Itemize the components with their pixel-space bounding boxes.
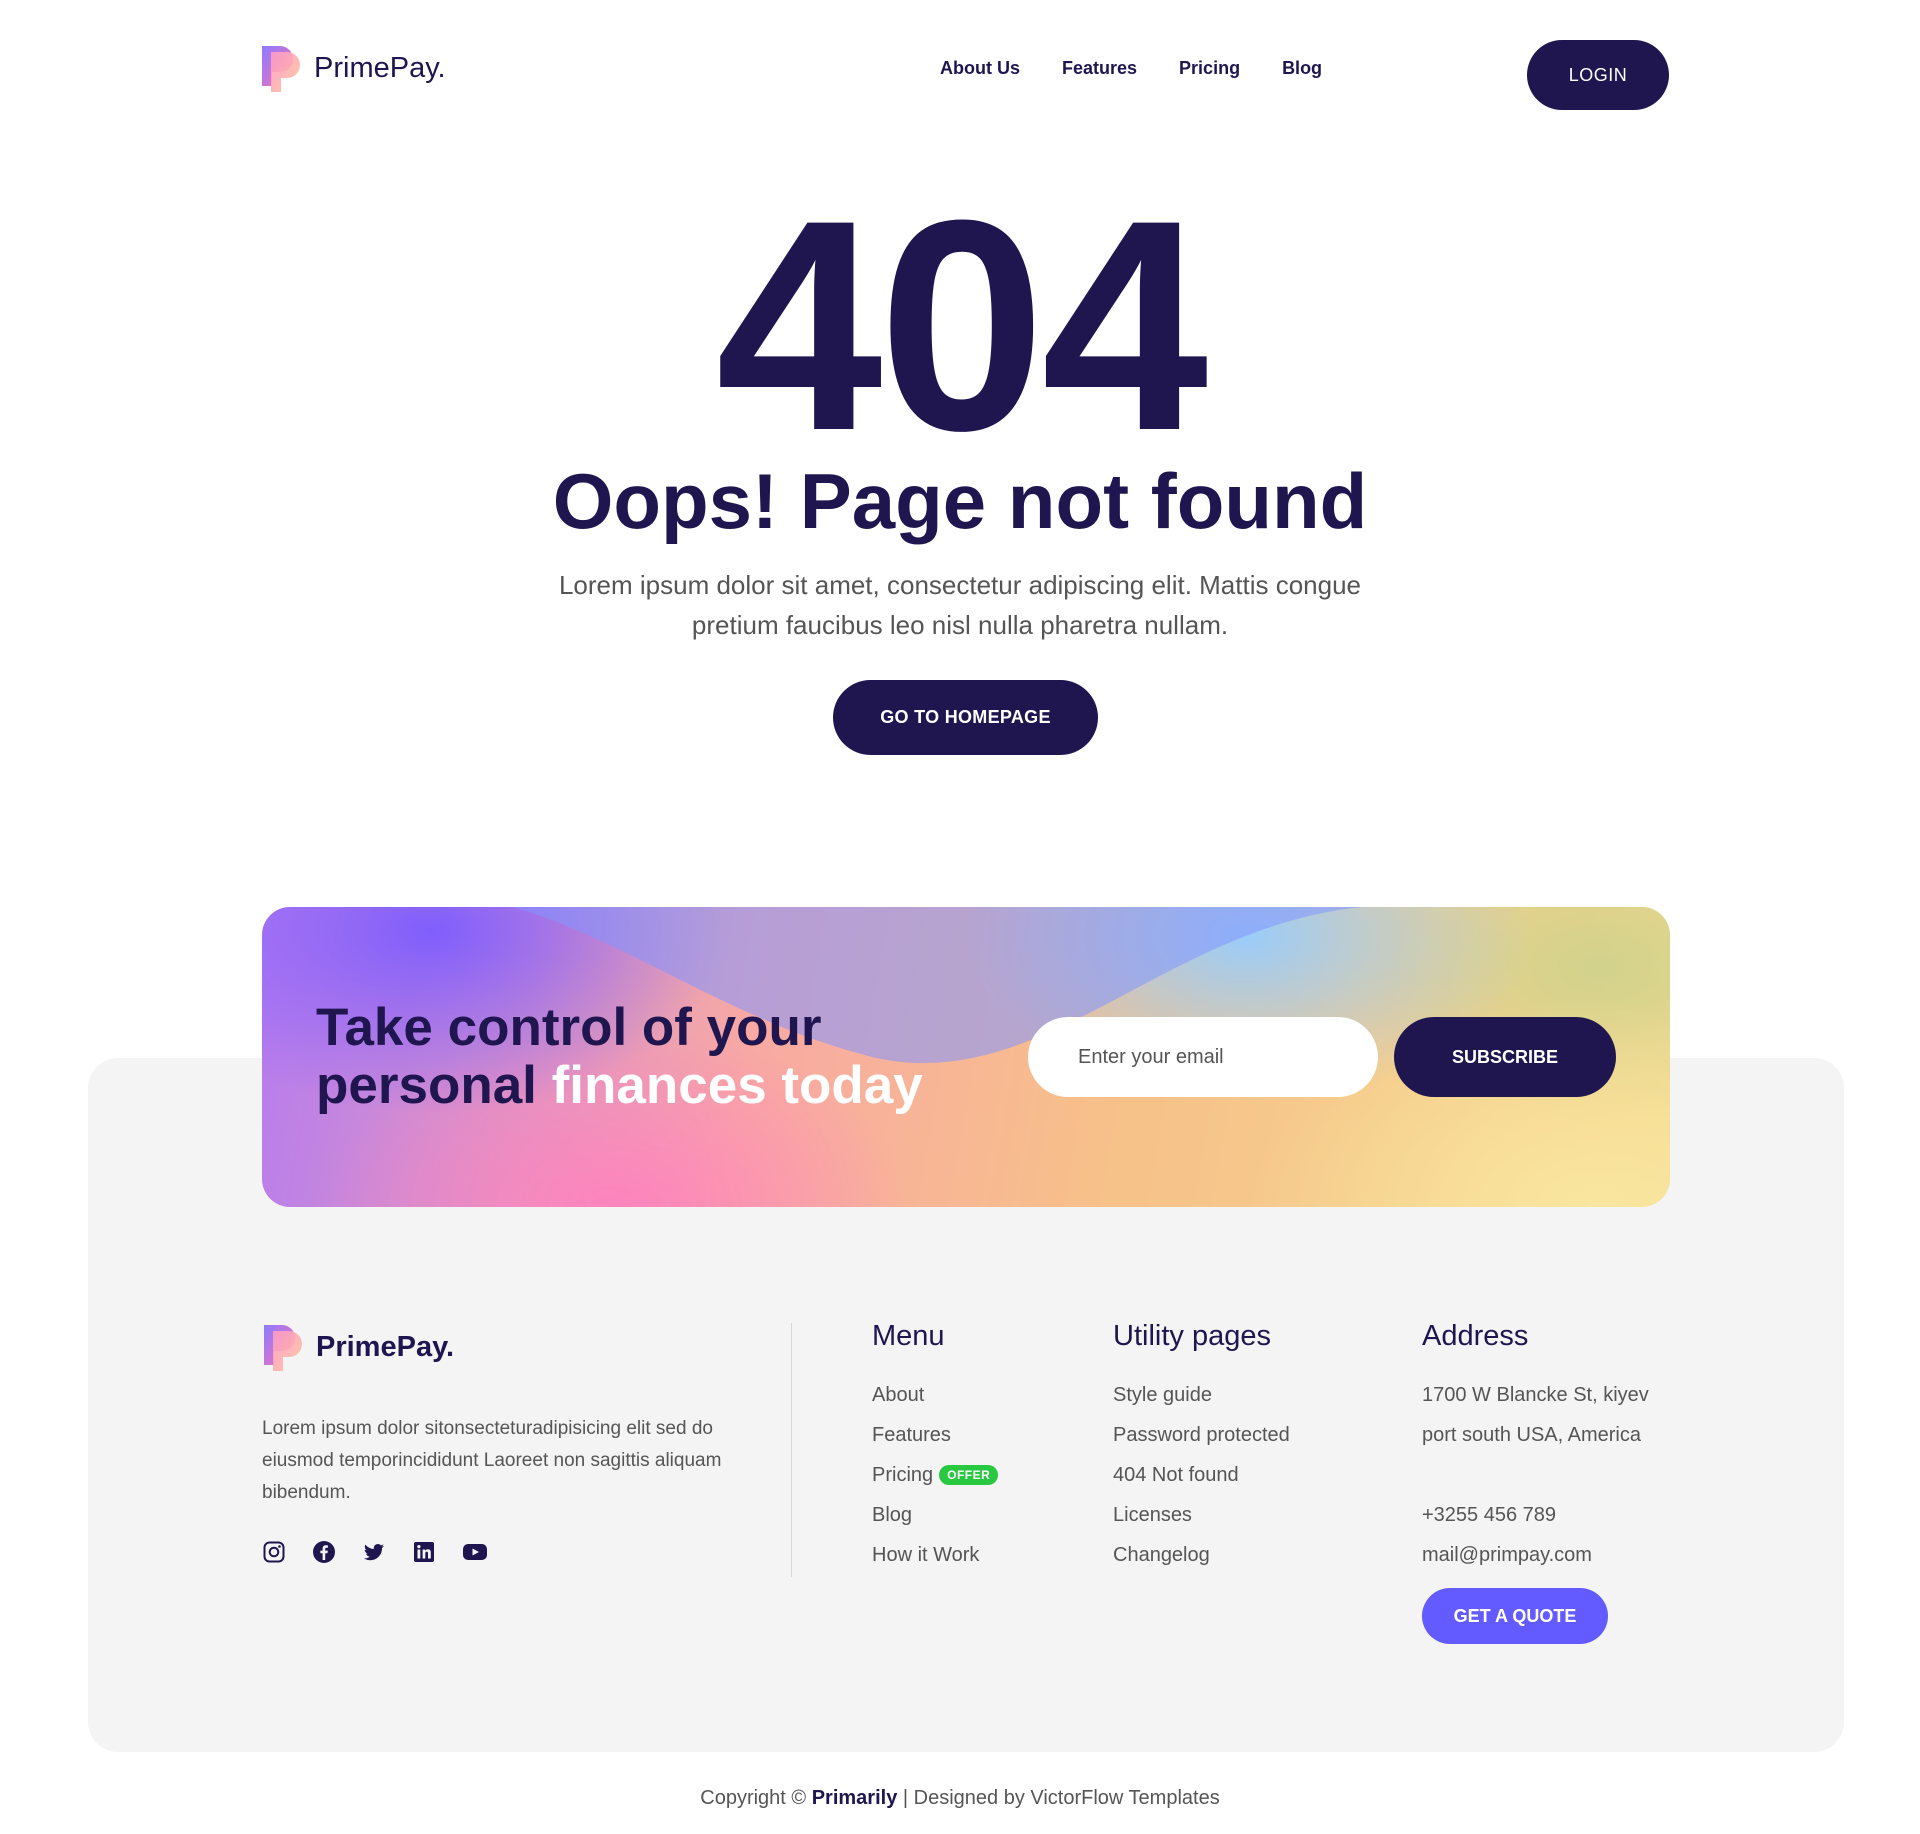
error-code: 404	[715, 157, 1209, 493]
footer-link-about[interactable]: About	[872, 1375, 924, 1415]
footer-link-blog[interactable]: Blog	[872, 1495, 912, 1535]
footer-utility-column: Utility pages Style guide Password prote…	[1113, 1320, 1290, 1575]
nav-pricing[interactable]: Pricing	[1179, 58, 1240, 79]
copyright-prefix: Copyright ©	[700, 1787, 812, 1809]
social-links	[262, 1540, 487, 1564]
footer-link-changelog[interactable]: Changelog	[1113, 1535, 1210, 1575]
copyright: Copyright © Primarily | Designed by Vict…	[0, 1787, 1920, 1810]
footer-link-404[interactable]: 404 Not found	[1113, 1455, 1239, 1495]
go-to-homepage-button[interactable]: GO TO HOMEPAGE	[833, 680, 1098, 755]
newsletter-banner: Take control of your personal finances t…	[262, 907, 1670, 1207]
header-logo[interactable]: PrimePay.	[260, 44, 446, 92]
nav-about-us[interactable]: About Us	[940, 58, 1020, 79]
main-nav: About Us Features Pricing Blog	[940, 58, 1322, 79]
copyright-brand[interactable]: Primarily	[812, 1787, 898, 1809]
offer-badge: OFFER	[939, 1465, 999, 1485]
primepay-logo-icon	[262, 1323, 306, 1371]
footer-description: Lorem ipsum dolor sitonsecteturadipisici…	[262, 1418, 722, 1503]
page-title: Oops! Page not found	[552, 457, 1368, 545]
banner-heading-line1: Take control of your	[316, 998, 822, 1057]
error-description: Lorem ipsum dolor sit amet, consectetur …	[558, 570, 1362, 640]
footer-link-pricing[interactable]: Pricing	[872, 1455, 933, 1495]
nav-features[interactable]: Features	[1062, 58, 1137, 79]
instagram-icon[interactable]	[262, 1540, 286, 1564]
login-button[interactable]: LOGIN	[1527, 40, 1669, 110]
linkedin-icon[interactable]	[412, 1540, 436, 1564]
footer-menu-column: Menu About Features Pricing OFFER Blog Ho…	[872, 1320, 999, 1575]
footer-link-licenses[interactable]: Licenses	[1113, 1495, 1192, 1535]
address-line-1: 1700 W Blancke St, kiyev	[1422, 1384, 1649, 1406]
get-a-quote-button[interactable]: GET A QUOTE	[1422, 1588, 1608, 1644]
address-spacer	[1422, 1455, 1649, 1495]
menu-heading: Menu	[872, 1320, 945, 1352]
email-address[interactable]: mail@primpay.com	[1422, 1535, 1649, 1575]
banner-heading: Take control of your personal finances t…	[316, 999, 923, 1115]
nav-blog[interactable]: Blog	[1282, 58, 1322, 79]
utility-heading: Utility pages	[1113, 1320, 1271, 1352]
footer-brand-name: PrimePay.	[316, 1330, 455, 1363]
footer-divider	[791, 1323, 792, 1577]
twitter-icon[interactable]	[362, 1540, 386, 1564]
footer-link-how-it-work[interactable]: How it Work	[872, 1535, 979, 1575]
footer-link-features[interactable]: Features	[872, 1415, 951, 1455]
footer-logo[interactable]: PrimePay.	[262, 1323, 454, 1371]
banner-heading-highlight: finances today	[551, 1056, 923, 1115]
banner-heading-line2: personal	[316, 1056, 552, 1115]
youtube-icon[interactable]	[462, 1540, 487, 1564]
brand-name: PrimePay.	[314, 51, 446, 84]
phone-number[interactable]: +3255 456 789	[1422, 1495, 1649, 1535]
address-line-2: port south USA, America	[1422, 1424, 1641, 1446]
email-input[interactable]	[1028, 1017, 1378, 1097]
footer-link-style-guide[interactable]: Style guide	[1113, 1375, 1212, 1415]
primepay-logo-icon	[260, 44, 304, 92]
facebook-icon[interactable]	[312, 1540, 336, 1564]
copyright-suffix: | Designed by VictorFlow Templates	[897, 1787, 1220, 1809]
footer-address-column: Address 1700 W Blancke St, kiyev port so…	[1422, 1320, 1649, 1575]
footer-link-password-protected[interactable]: Password protected	[1113, 1415, 1290, 1455]
address-heading: Address	[1422, 1320, 1529, 1352]
subscribe-button[interactable]: SUBSCRIBE	[1394, 1017, 1616, 1097]
